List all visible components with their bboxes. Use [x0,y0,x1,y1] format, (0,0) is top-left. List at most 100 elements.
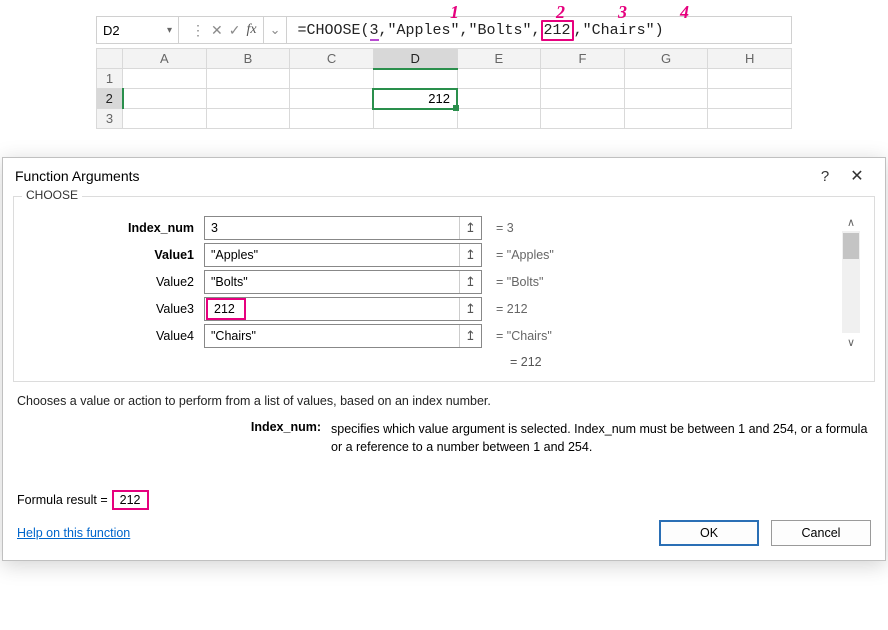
scroll-thumb[interactable] [843,233,859,259]
active-cell[interactable]: 212 [373,89,457,109]
cancel-button[interactable]: Cancel [771,520,871,546]
cell[interactable] [457,109,541,129]
collapse-dialog-icon[interactable]: ↥ [459,244,481,266]
cell[interactable] [457,69,541,89]
ok-button[interactable]: OK [659,520,759,546]
collapse-dialog-icon[interactable]: ↥ [459,271,481,293]
cell[interactable] [708,89,792,109]
arg-label: Index_num [24,221,204,235]
collapse-dialog-icon[interactable]: ↥ [459,298,481,320]
col-header[interactable]: B [206,49,290,69]
callout-1: 1 [450,2,459,23]
formula-sep1: ,"Apples","Bolts", [379,22,541,39]
cell[interactable] [373,69,457,89]
cell[interactable] [541,109,625,129]
fx-icon[interactable]: fx [246,23,256,37]
col-header[interactable]: H [708,49,792,69]
table-row: 3 [97,109,792,129]
collapse-dialog-icon[interactable]: ↥ [459,325,481,347]
cell[interactable] [624,109,708,129]
spreadsheet-grid[interactable]: A B C D E F G H 1 2 212 3 [96,48,792,129]
formula-input[interactable]: =CHOOSE(3,"Apples","Bolts",212,"Chairs") [287,22,791,39]
arg-eval: = "Chairs" [482,329,552,343]
col-header[interactable]: A [123,49,207,69]
row-header[interactable]: 3 [97,109,123,129]
function-group: CHOOSE Index_num ↥ = 3 Value1 ↥ = "Apple… [13,196,875,382]
cell[interactable] [206,69,290,89]
table-row: 2 212 [97,89,792,109]
overall-evaluation: = 212 [24,351,864,373]
cell[interactable] [624,89,708,109]
scroll-down-icon[interactable]: ∨ [842,333,860,351]
arg-row-index-num: Index_num ↥ = 3 [24,216,832,240]
col-header[interactable]: E [457,49,541,69]
close-icon[interactable]: ✕ [841,166,873,186]
spreadsheet-area: 1 2 3 4 D2 ▾ ⋮ ✕ ✓ fx ⌄ =CHOOSE(3,"Apple… [0,0,888,137]
enter-icon[interactable]: ✓ [229,23,241,37]
cell[interactable] [457,89,541,109]
arg-eval: = 3 [482,221,514,235]
row-header[interactable]: 1 [97,69,123,89]
cell[interactable] [290,69,374,89]
cell[interactable] [708,109,792,129]
col-header[interactable]: F [541,49,625,69]
cell[interactable] [206,109,290,129]
cell[interactable] [123,69,207,89]
cell[interactable] [290,109,374,129]
cell[interactable] [541,69,625,89]
formula-result-label: Formula result = [17,493,108,507]
col-header-active[interactable]: D [373,49,457,69]
formula-sep2: ,"Chairs") [574,22,664,39]
arg-input[interactable] [205,325,459,347]
function-name: CHOOSE [22,188,82,202]
cell[interactable] [123,109,207,129]
help-on-function-link[interactable]: Help on this function [17,526,130,540]
name-box-value: D2 [103,23,120,38]
arg-label: Value3 [24,302,204,316]
formula-highlighted-arg: 212 [541,20,574,41]
arg-eval: = "Bolts" [482,275,543,289]
arg-row-value2: Value2 ↥ = "Bolts" [24,270,832,294]
cell[interactable] [541,89,625,109]
arg-row-value1: Value1 ↥ = "Apples" [24,243,832,267]
arg-input-wrap: ↥ [204,216,482,240]
arg-input[interactable] [205,244,459,266]
col-header[interactable]: C [290,49,374,69]
param-text: specifies which value argument is select… [331,420,871,456]
chevron-down-icon[interactable]: ▾ [167,25,172,36]
col-header[interactable]: G [624,49,708,69]
function-description: Chooses a value or action to perform fro… [3,392,885,414]
callout-3: 3 [618,2,627,23]
dialog-titlebar[interactable]: Function Arguments ? ✕ [3,158,885,190]
callout-numbers: 1 2 3 4 [0,2,888,22]
select-all-corner[interactable] [97,49,123,69]
parameter-description: Index_num: specifies which value argumen… [3,414,885,456]
arguments-list: Index_num ↥ = 3 Value1 ↥ = "Apples" Valu… [24,213,832,351]
collapse-dialog-icon[interactable]: ↥ [459,217,481,239]
arg-input[interactable] [205,217,459,239]
function-arguments-dialog: Function Arguments ? ✕ CHOOSE Index_num … [2,157,886,561]
dialog-footer: Help on this function OK Cancel [3,516,885,560]
dialog-title: Function Arguments [15,168,809,184]
cell[interactable] [123,89,207,109]
cell[interactable] [624,69,708,89]
cell[interactable] [206,89,290,109]
table-row: 1 [97,69,792,89]
arg-eval: = "Apples" [482,248,554,262]
scroll-up-icon[interactable]: ∧ [842,213,860,231]
args-scrollbar[interactable]: ∧ ∨ [842,213,860,351]
row-header-active[interactable]: 2 [97,89,123,109]
more-icon[interactable]: ⋮ [191,23,205,37]
help-icon[interactable]: ? [809,168,841,185]
cell[interactable] [290,89,374,109]
cancel-icon[interactable]: ✕ [211,23,223,37]
arg-input-highlighted[interactable] [206,298,246,320]
scroll-track[interactable] [842,231,860,333]
arg-label: Value4 [24,329,204,343]
cell[interactable] [373,109,457,129]
formula-result-row: Formula result = 212 [3,456,885,516]
arg-input[interactable] [205,271,459,293]
callout-4: 4 [680,2,689,23]
arg-label: Value2 [24,275,204,289]
cell[interactable] [708,69,792,89]
